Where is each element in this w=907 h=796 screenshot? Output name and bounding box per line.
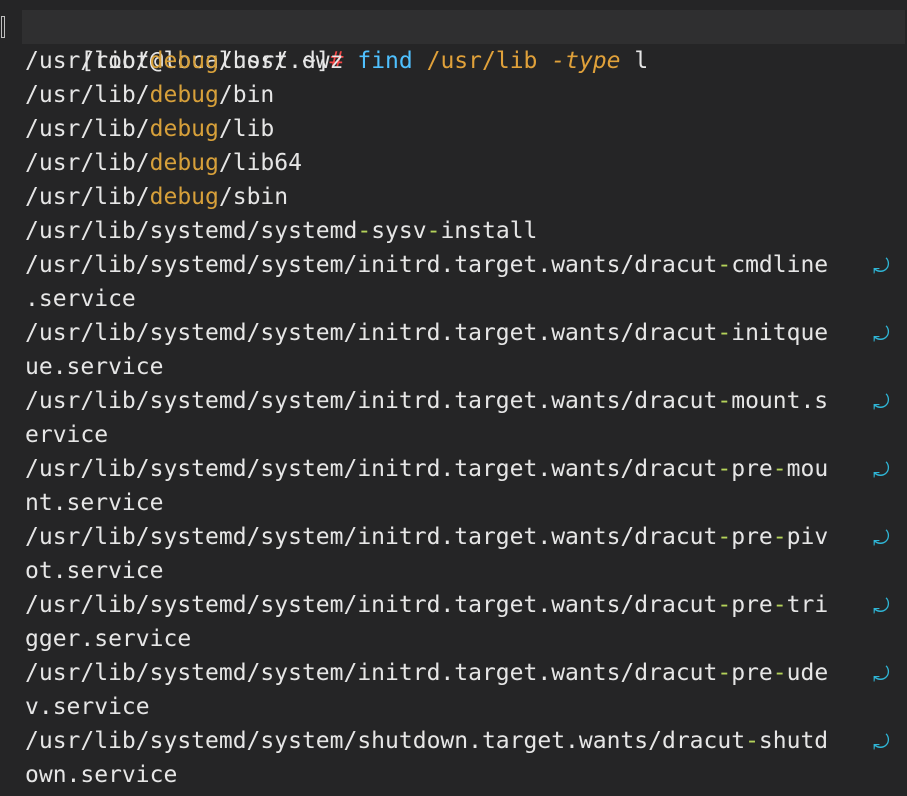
- path-text: /usr/lib/systemd/system/initrd.target.wa…: [25, 320, 718, 346]
- path-text: /usr/lib/systemd/system/initrd.target.wa…: [25, 592, 718, 618]
- path-text: pre: [731, 660, 773, 686]
- output-line: /usr/lib/systemd/systemd-sysv-install: [25, 214, 537, 248]
- line-wrap-icon: ⤾: [873, 730, 890, 754]
- path-text: .service: [25, 286, 136, 312]
- line-wrap-icon: ⤾: [873, 526, 890, 550]
- path-text: initque: [731, 320, 829, 346]
- path-text: /usr/lib/systemd/system/initrd.target.wa…: [25, 524, 718, 550]
- path-text: /usr/lib/systemd/systemd: [25, 218, 358, 244]
- output-line: /usr/lib/systemd/system/initrd.target.wa…: [25, 656, 828, 690]
- output-line: /usr/lib/systemd/system/initrd.target.wa…: [25, 316, 828, 350]
- output-line: /usr/lib/debug/lib: [25, 112, 274, 146]
- hyphen-text: -: [717, 252, 732, 278]
- line-wrap-icon: ⤾: [873, 594, 890, 618]
- output-line: nt.service: [25, 486, 163, 520]
- output-line: ue.service: [25, 350, 163, 384]
- hyphen-text: -: [717, 456, 732, 482]
- path-text: ervice: [25, 422, 109, 448]
- path-text: pre: [731, 592, 773, 618]
- path-text: /lib: [218, 116, 275, 142]
- debug-dir-text: debug: [149, 116, 219, 142]
- output-line: v.service: [25, 690, 150, 724]
- hyphen-text: -: [717, 388, 732, 414]
- debug-dir-text: debug: [149, 82, 219, 108]
- hyphen-text: -: [745, 728, 759, 754]
- path-text: cmdline: [731, 252, 829, 278]
- output-line: ot.service: [25, 554, 163, 588]
- hyphen-text: -: [717, 592, 732, 618]
- output-line: gger.service: [25, 622, 191, 656]
- path-text: /usr/lib/: [25, 150, 150, 176]
- output-line: /usr/lib/systemd/system/initrd.target.wa…: [25, 384, 828, 418]
- output-line: /usr/lib/systemd/system/initrd.target.wa…: [25, 452, 828, 486]
- command-name: find: [357, 48, 413, 74]
- output-line: ervice: [25, 418, 108, 452]
- path-text: shutd: [758, 728, 829, 754]
- command-flag: -type: [551, 48, 621, 74]
- path-text: v.service: [25, 694, 150, 720]
- output-line: /usr/lib/systemd/system/initrd.target.wa…: [25, 520, 828, 554]
- line-wrap-icon: ⤾: [873, 662, 890, 686]
- scroll-marker: [1, 16, 5, 38]
- path-text: /usr/lib/: [25, 82, 150, 108]
- path-text: /usr/lib/systemd/system/shutdown.target.…: [25, 728, 746, 754]
- hyphen-text: -: [772, 660, 787, 686]
- path-text: /usr/lib/systemd/system/initrd.target.wa…: [25, 388, 718, 414]
- output-line: /usr/lib/systemd/system/shutdown.target.…: [25, 724, 828, 758]
- path-text: /bin: [218, 82, 275, 108]
- path-text: mou: [786, 456, 829, 482]
- path-text: gger.service: [25, 626, 192, 652]
- hyphen-text: -: [772, 456, 787, 482]
- hyphen-text: -: [772, 524, 787, 550]
- path-text: sysv: [371, 218, 427, 244]
- path-text: /usr/lib/: [25, 48, 150, 74]
- output-line: /usr/lib/debug/lib64: [25, 146, 302, 180]
- path-text: /usr/.dwz: [218, 48, 344, 74]
- output-line: .service: [25, 282, 136, 316]
- path-text: pre: [731, 456, 773, 482]
- path-text: mount.s: [731, 388, 829, 414]
- hyphen-text: -: [717, 660, 732, 686]
- debug-dir-text: debug: [149, 184, 219, 210]
- debug-dir-text: debug: [149, 150, 219, 176]
- line-wrap-icon: ⤾: [873, 390, 890, 414]
- path-text: ude: [786, 660, 829, 686]
- output-line: /usr/lib/debug/sbin: [25, 180, 288, 214]
- path-text: install: [440, 218, 538, 244]
- output-line: /usr/lib/debug/bin: [25, 78, 274, 112]
- path-text: /usr/lib/: [25, 116, 150, 142]
- debug-dir-text: debug: [149, 48, 219, 74]
- command-path: /usr/lib: [426, 48, 538, 74]
- path-text: /usr/lib/systemd/system/initrd.target.wa…: [25, 456, 718, 482]
- output-line: own.service: [25, 758, 177, 792]
- path-text: /usr/lib/: [25, 184, 150, 210]
- path-text: ue.service: [25, 354, 164, 380]
- output-line: /usr/lib/systemd/system/initrd.target.wa…: [25, 588, 828, 622]
- path-text: piv: [786, 524, 829, 550]
- line-wrap-icon: ⤾: [873, 458, 890, 482]
- path-text: /usr/lib/systemd/system/initrd.target.wa…: [25, 252, 718, 278]
- path-text: pre: [731, 524, 773, 550]
- output-line: /usr/lib/debug/usr/.dwz: [25, 44, 344, 78]
- path-text: own.service: [25, 762, 178, 788]
- hyphen-text: -: [717, 524, 732, 550]
- terminal-window[interactable]: [root@localhost ~]# find /usr/lib -type …: [0, 0, 907, 796]
- output-line: /usr/lib/systemd/system/initrd.target.wa…: [25, 248, 828, 282]
- line-wrap-icon: ⤾: [873, 254, 890, 278]
- path-text: /lib64: [218, 150, 302, 176]
- path-text: ot.service: [25, 558, 164, 584]
- hyphen-text: -: [357, 218, 372, 244]
- path-text: tri: [786, 592, 829, 618]
- path-text: nt.service: [25, 490, 164, 516]
- hyphen-text: -: [426, 218, 441, 244]
- path-text: /sbin: [218, 184, 289, 210]
- path-text: /usr/lib/systemd/system/initrd.target.wa…: [25, 660, 718, 686]
- hyphen-text: -: [772, 592, 787, 618]
- line-wrap-icon: ⤾: [873, 322, 890, 346]
- hyphen-text: -: [717, 320, 732, 346]
- command-value: l: [634, 48, 649, 74]
- command-line[interactable]: [root@localhost ~]# find /usr/lib -type …: [22, 10, 905, 74]
